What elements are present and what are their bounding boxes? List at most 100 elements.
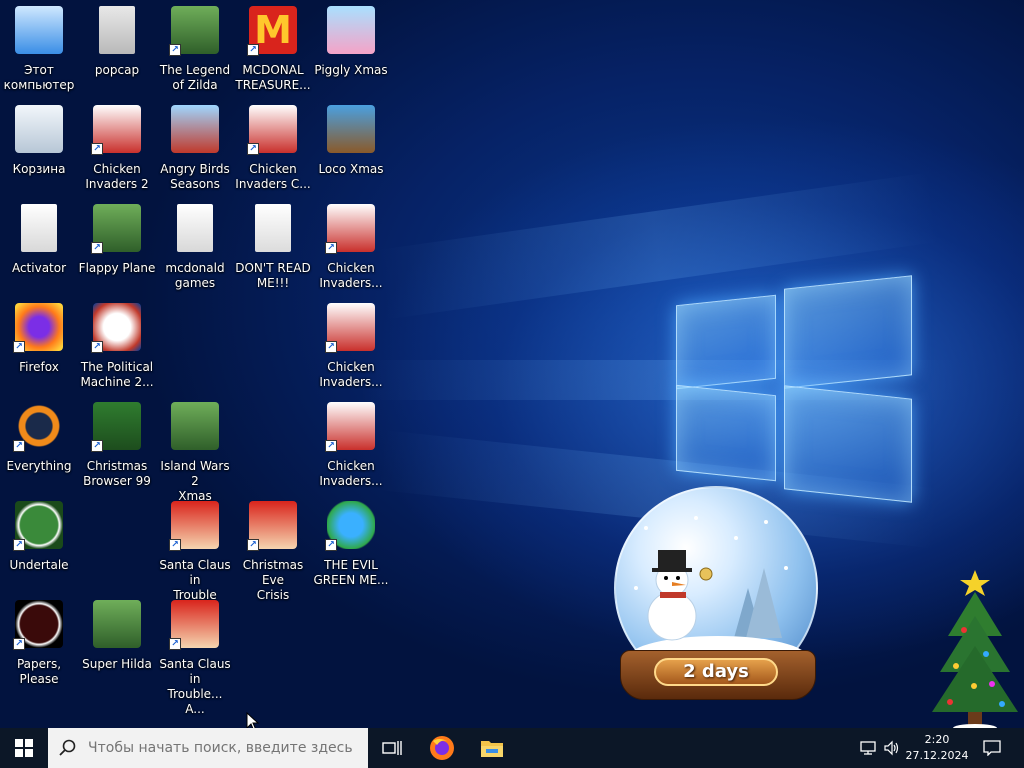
desktop-icon[interactable]: Piggly Xmas [312, 6, 390, 78]
desktop-icon[interactable]: M ↗ MCDONAL TREASURE... [234, 6, 312, 93]
shortcut-arrow-icon: ↗ [247, 143, 259, 155]
desktop-icon[interactable]: Loco Xmas [312, 105, 390, 177]
desktop-icon-label: Christmas Eve Crisis [242, 558, 304, 602]
taskbar: 2:20 27.12.2024 [0, 728, 1024, 768]
windows-logo-wallpaper [676, 270, 912, 504]
network-icon [860, 741, 876, 755]
desktop-icon-label: DON'T READ ME!!! [235, 261, 311, 290]
desktop-icon[interactable]: ↗ Chicken Invaders... [312, 204, 390, 291]
shortcut-arrow-icon: ↗ [325, 341, 337, 353]
desktop-icon[interactable]: ↗ Christmas Browser 99 [78, 402, 156, 489]
angry-birds-icon [171, 105, 219, 153]
desktop-icon-label: The Political Machine 2... [80, 360, 154, 389]
mcdonalds-icon: M ↗ [247, 6, 297, 56]
chicken-icon: ↗ [247, 105, 297, 155]
shortcut-arrow-icon: ↗ [13, 440, 25, 452]
search-input[interactable] [88, 740, 358, 756]
desktop-icon-label: Super Hilda [82, 657, 152, 671]
game-icon: ↗ [91, 204, 141, 254]
speaker-icon [884, 740, 899, 756]
network-tray-button[interactable] [856, 728, 880, 768]
political-machine-icon: ↗ [91, 303, 141, 353]
desktop-icon[interactable]: ↗ THE EVIL GREEN ME... [312, 501, 390, 588]
desktop-icon[interactable]: ↗ Papers, Please [0, 600, 78, 687]
shortcut-arrow-icon: ↗ [13, 341, 25, 353]
file-icon [177, 204, 213, 252]
desktop-icon-label: Chicken Invaders... [319, 459, 383, 488]
desktop-icon[interactable]: Island Wars 2 Xmas [156, 402, 234, 504]
papers-please-icon: ↗ [13, 600, 63, 650]
desktop-icon[interactable]: Angry Birds Seasons [156, 105, 234, 192]
desktop-icon[interactable]: ↗ Undertale [0, 501, 78, 573]
desktop-icon[interactable]: Корзина [0, 105, 78, 177]
desktop-icon-label: Firefox [19, 360, 59, 374]
desktop-icon-label: THE EVIL GREEN ME... [313, 558, 389, 587]
desktop-icon[interactable]: ↗ Chicken Invaders... [312, 303, 390, 390]
desktop-icon-label: Santa Claus in Trouble [159, 558, 231, 602]
taskbar-file-explorer-button[interactable] [468, 728, 516, 768]
shortcut-arrow-icon: ↗ [169, 638, 181, 650]
shortcut-arrow-icon: ↗ [91, 143, 103, 155]
desktop-icon[interactable]: ↗ The Political Machine 2... [78, 303, 156, 390]
task-view-button[interactable] [368, 728, 416, 768]
action-center-button[interactable] [978, 728, 1006, 768]
desktop-icon-label: Everything [6, 459, 72, 473]
chicken-icon: ↗ [325, 204, 375, 254]
desktop-icon-label: Этот компьютер [3, 63, 75, 92]
desktop-icon-label: Undertale [9, 558, 69, 572]
shortcut-arrow-icon: ↗ [13, 539, 25, 551]
shortcut-arrow-icon: ↗ [91, 440, 103, 452]
santa-icon: ↗ [247, 501, 297, 551]
desktop-icon[interactable]: ↗ The Legend of Zilda [156, 6, 234, 93]
desktop-icon-label: Корзина [12, 162, 66, 176]
desktop-icon-label: Papers, Please [16, 657, 62, 686]
desktop-icon[interactable]: Super Hilda [78, 600, 156, 672]
desktop-icon[interactable]: ↗ Christmas Eve Crisis [234, 501, 312, 603]
shortcut-arrow-icon: ↗ [91, 341, 103, 353]
desktop-icon[interactable]: ↗ Santa Claus in Trouble [156, 501, 234, 603]
desktop-icon[interactable]: ↗ Santa Claus in Trouble... A... [156, 600, 234, 717]
msn-icon: ↗ [325, 501, 375, 551]
shortcut-arrow-icon: ↗ [91, 242, 103, 254]
game-icon [93, 600, 141, 648]
shortcut-arrow-icon: ↗ [325, 440, 337, 452]
this-pc-icon [15, 6, 63, 54]
chicken-icon: ↗ [325, 303, 375, 353]
text-file-icon [255, 204, 291, 252]
desktop-icon[interactable]: ↗ Chicken Invaders C... [234, 105, 312, 192]
desktop-icon[interactable]: mcdonald games [156, 204, 234, 291]
desktop-icon-label: Christmas Browser 99 [83, 459, 151, 488]
shortcut-arrow-icon: ↗ [169, 539, 181, 551]
santa-icon: ↗ [169, 600, 219, 650]
desktop-icon-label: The Legend of Zilda [159, 63, 231, 92]
desktop-icon[interactable]: Activator [0, 204, 78, 276]
desktop-icon-label: Santa Claus in Trouble... A... [159, 657, 231, 716]
desktop-icon-label: Flappy Plane [78, 261, 156, 275]
desktop-icon-label: Angry Birds Seasons [160, 162, 230, 191]
desktop-icon[interactable]: ↗ Firefox [0, 303, 78, 375]
chicken-icon: ↗ [325, 402, 375, 452]
windows-start-icon [15, 739, 33, 757]
desktop-icon[interactable]: Этот компьютер [0, 6, 78, 93]
firefox-icon [430, 736, 454, 760]
taskbar-search-box[interactable] [48, 728, 368, 768]
desktop-icon-label: Island Wars 2 Xmas [160, 459, 230, 503]
folder-icon [481, 741, 503, 757]
desktop-icon-label: Chicken Invaders 2 [85, 162, 149, 191]
desktop-icon[interactable]: ↗ Everything [0, 402, 78, 474]
desktop-icon[interactable]: ↗ Chicken Invaders... [312, 402, 390, 489]
desktop-icon-label: Activator [11, 261, 67, 275]
shortcut-arrow-icon: ↗ [247, 539, 259, 551]
taskbar-clock[interactable]: 2:20 27.12.2024 [900, 730, 974, 766]
desktop-icon[interactable]: DON'T READ ME!!! [234, 204, 312, 291]
desktop-icon[interactable]: ↗ Chicken Invaders 2 [78, 105, 156, 192]
desktop-icon[interactable]: popcap [78, 6, 156, 78]
desktop-icon-label: Piggly Xmas [314, 63, 388, 77]
taskbar-firefox-button[interactable] [418, 728, 466, 768]
bear-icon [327, 105, 375, 153]
start-button[interactable] [0, 728, 48, 768]
desktop-icon[interactable]: ↗ Flappy Plane [78, 204, 156, 276]
clock-time: 2:20 [924, 733, 950, 746]
game-icon [171, 402, 219, 450]
countdown-label: 2 days [654, 658, 778, 686]
